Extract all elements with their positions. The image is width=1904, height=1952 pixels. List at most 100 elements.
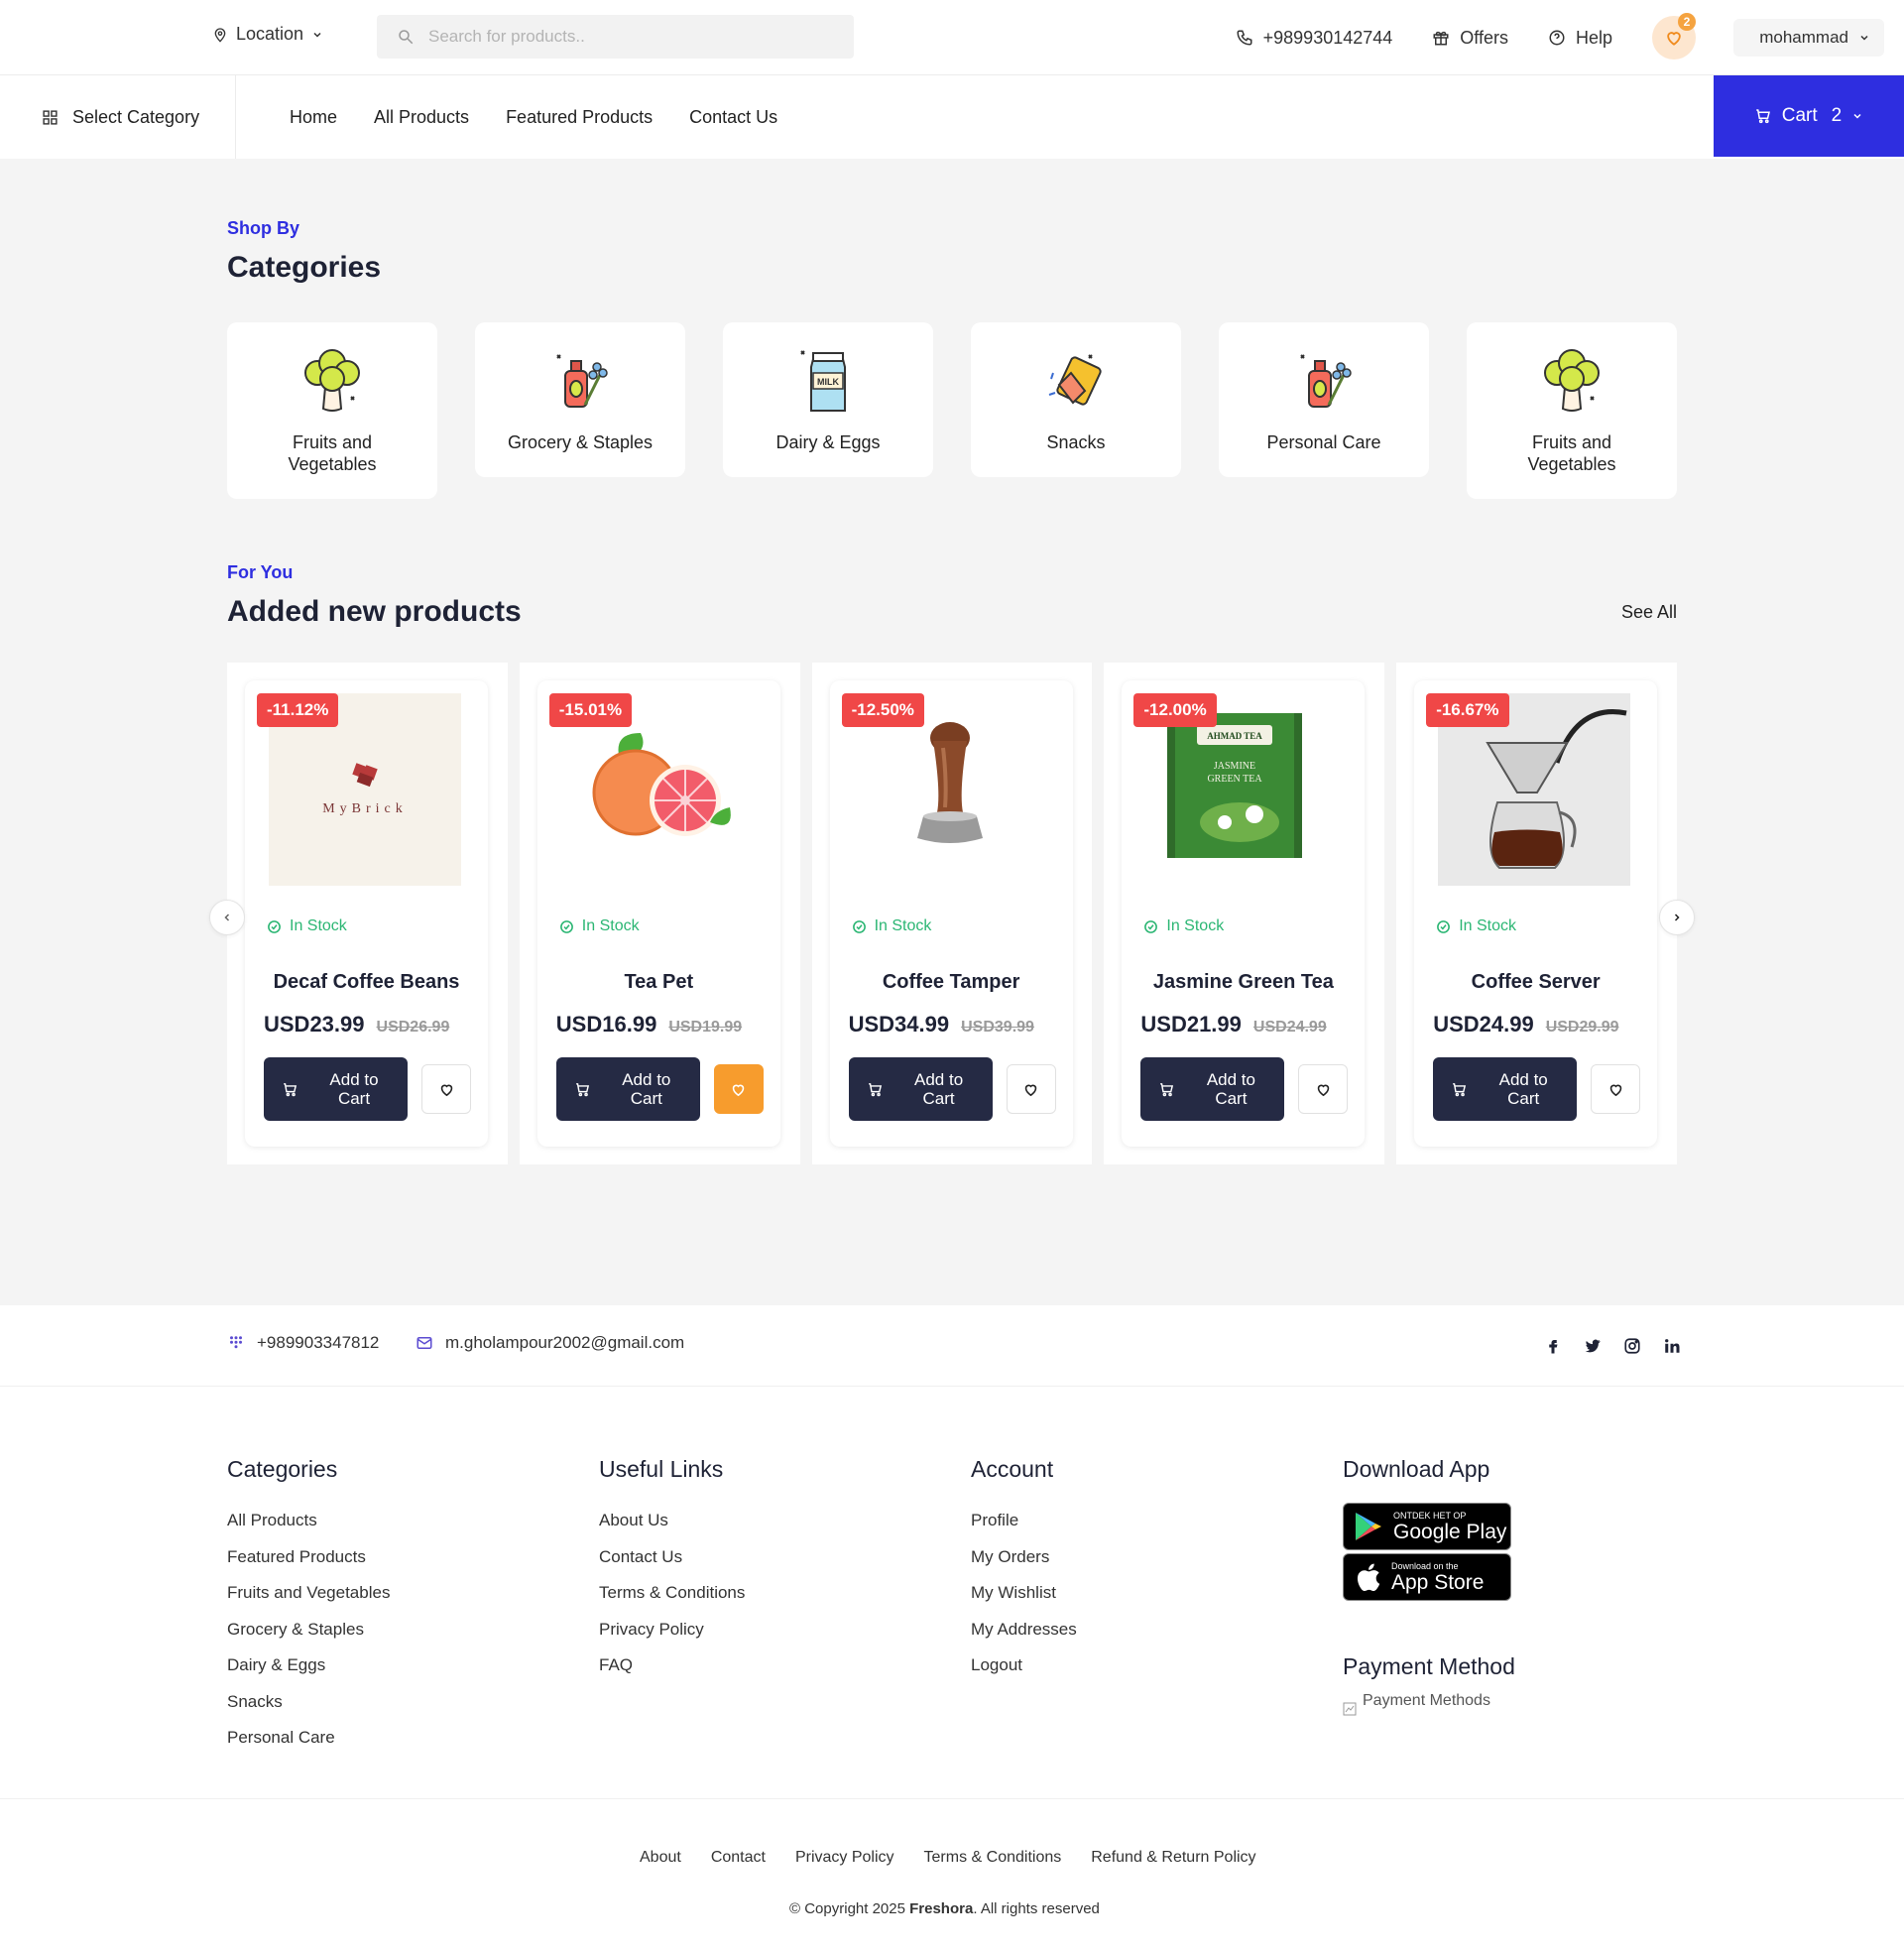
linkedin-icon[interactable] [1663,1337,1681,1355]
twitter-icon[interactable] [1584,1337,1602,1355]
offers-link[interactable]: Offers [1432,28,1508,49]
bottom-link-contact[interactable]: Contact [711,1849,766,1867]
wishlist-button[interactable]: 2 [1652,13,1696,60]
category-card[interactable]: Fruits and Vegetables [1467,322,1677,499]
stock-status: In Stock [852,917,1061,935]
product-card[interactable]: -12.50% In Stock Coffee Tamper USD34.99 U… [829,680,1073,1147]
footer-phone-number: +989903347812 [257,1333,380,1352]
wishlist-toggle[interactable] [713,1064,764,1114]
instagram-icon[interactable] [1623,1337,1641,1355]
footer-link[interactable]: Profile [971,1503,1077,1539]
carousel-next-button[interactable] [1659,900,1695,935]
footer-link[interactable]: Snacks [227,1684,390,1721]
google-play-button[interactable]: ONTDEK HET OP Google Play [1343,1503,1511,1550]
footer-link[interactable]: My Addresses [971,1612,1077,1648]
cart-button[interactable]: Cart 2 [1714,75,1904,157]
footer-link[interactable]: About Us [599,1503,745,1539]
product-card[interactable]: MyBrick -11.12% In Stock Decaf Coffee Be… [245,680,488,1147]
nav-link-contact-us[interactable]: Contact Us [689,107,777,128]
discount-badge: -15.01% [548,693,633,727]
product-name[interactable]: Coffee Server [1426,971,1645,994]
nav-link-home[interactable]: Home [290,107,337,128]
add-to-cart-button[interactable]: Add to Cart [848,1057,993,1121]
product-name[interactable]: Tea Pet [549,971,769,994]
footer-payment-title: Payment Method [1343,1653,1515,1679]
footer-email[interactable]: m.gholampour2002@gmail.com [416,1333,684,1353]
wishlist-toggle[interactable] [1591,1064,1641,1114]
wishlist-toggle[interactable] [421,1064,471,1114]
facebook-icon[interactable] [1544,1337,1562,1355]
wishlist-toggle[interactable] [1298,1064,1349,1114]
product-name[interactable]: Coffee Tamper [842,971,1061,994]
phone-icon [1237,30,1252,46]
add-to-cart-button[interactable]: Add to Cart [1140,1057,1285,1121]
wishlist-toggle[interactable] [1006,1064,1056,1114]
see-all-link[interactable]: See All [1621,602,1677,623]
phone-link[interactable]: +989930142744 [1236,27,1393,49]
footer-link[interactable]: My Orders [971,1539,1077,1576]
footer-link[interactable]: Featured Products [227,1539,390,1576]
footer-link[interactable]: Grocery & Staples [227,1612,390,1648]
product-card[interactable]: -16.67% In Stock Coffee Server USD24.99 U… [1414,680,1658,1147]
bottom-link-privacy[interactable]: Privacy Policy [795,1849,894,1867]
footer-link[interactable]: Terms & Conditions [599,1575,745,1612]
google-play-small-text: ONTDEK HET OP [1393,1510,1467,1521]
footer-link[interactable]: My Wishlist [971,1575,1077,1612]
footer-phone[interactable]: +989903347812 [227,1333,379,1353]
categories-kicker: Shop By [227,218,300,238]
product-name[interactable]: Jasmine Green Tea [1133,971,1353,994]
cart-icon [284,1082,298,1096]
heart-icon [733,1084,745,1096]
cart-icon [575,1082,589,1096]
nav-link-featured-products[interactable]: Featured Products [506,107,653,128]
add-to-cart-button[interactable]: Add to Cart [264,1057,408,1121]
footer-link[interactable]: Personal Care [227,1720,390,1757]
map-pin-icon [214,27,226,43]
broccoli-icon [297,344,368,416]
category-card[interactable]: MILK Dairy & Eggs [723,322,933,477]
copyright-prefix: © Copyright 2025 [789,1900,905,1917]
user-name: mohammad [1759,28,1848,47]
search-input[interactable] [428,27,805,47]
footer-link[interactable]: Privacy Policy [599,1612,745,1648]
help-link[interactable]: Help [1548,28,1612,49]
category-card[interactable]: Grocery & Staples [475,322,685,477]
app-store-button[interactable]: Download on the App Store [1343,1553,1511,1601]
bottom-link-terms[interactable]: Terms & Conditions [924,1849,1062,1867]
add-to-cart-button[interactable]: Add to Cart [555,1057,700,1121]
product-slot: -12.50% In Stock Coffee Tamper USD34.99 U… [811,663,1093,1164]
check-circle-icon [1437,919,1451,933]
footer-link[interactable]: Dairy & Eggs [227,1647,390,1684]
category-card[interactable]: Fruits and Vegetables [227,322,437,499]
svg-text:MILK: MILK [817,377,839,387]
add-to-cart-label: Add to Cart [622,1070,671,1108]
product-card[interactable]: AHMAD TEA JASMINE GREEN TEA -12.00% In Sto… [1122,680,1366,1147]
user-menu[interactable]: mohammad [1733,19,1884,57]
add-to-cart-button[interactable]: Add to Cart [1433,1057,1578,1121]
check-circle-icon [852,919,866,933]
stock-label: In Stock [874,917,932,934]
select-category-button[interactable]: Select Category [0,75,236,159]
category-card[interactable]: Personal Care [1219,322,1429,477]
category-list: Fruits and Vegetables Grocery & Staples … [227,322,1677,499]
footer-link[interactable]: Fruits and Vegetables [227,1575,390,1612]
mybrick-logo-text: MyBrick [322,801,408,816]
product-name[interactable]: Decaf Coffee Beans [257,971,476,994]
footer-link[interactable]: Contact Us [599,1539,745,1576]
chevron-down-icon [1860,35,1868,41]
broccoli-icon [1536,344,1607,416]
location-selector[interactable]: Location [212,24,323,45]
footer-link[interactable]: Logout [971,1647,1077,1684]
bottom-link-refund[interactable]: Refund & Return Policy [1091,1849,1255,1867]
phone-number: +989930142744 [1262,27,1393,48]
stock-label: In Stock [581,917,640,934]
nav-link-all-products[interactable]: All Products [374,107,469,128]
footer-link[interactable]: FAQ [599,1647,745,1684]
footer-link[interactable]: All Products [227,1503,390,1539]
product-slot: -15.01% In Stock Tea Pet USD16.99 USD19.9… [519,663,800,1164]
product-card[interactable]: -15.01% In Stock Tea Pet USD16.99 USD19.9… [536,680,780,1147]
bottom-link-about[interactable]: About [640,1849,681,1867]
carousel-prev-button[interactable] [209,900,245,935]
category-card[interactable]: Snacks [971,322,1181,477]
product-old-price: USD19.99 [668,1019,743,1036]
